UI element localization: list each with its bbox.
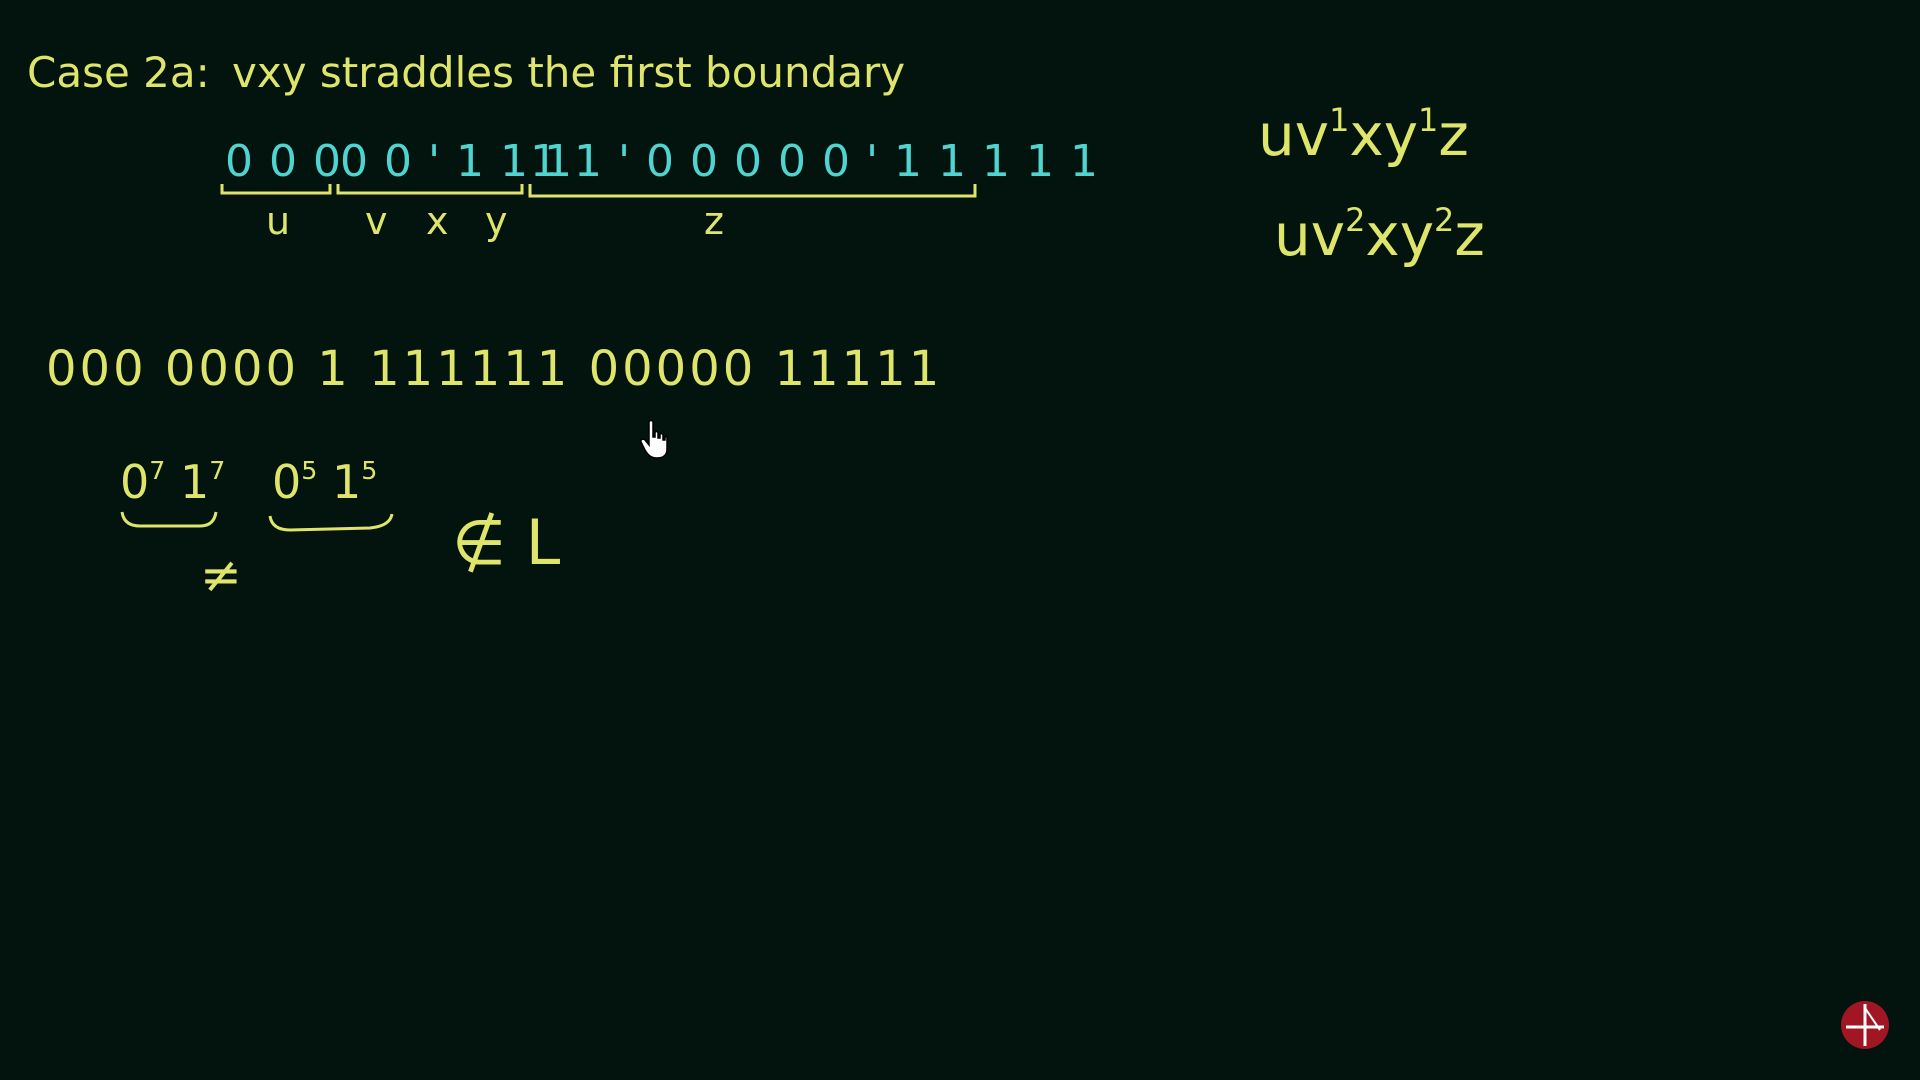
group-underbraces xyxy=(120,511,394,532)
f2-exp-v: 2 xyxy=(1345,201,1366,239)
group-1-exp: 7 xyxy=(149,456,166,485)
underbrace-group-1 xyxy=(120,511,218,528)
f1-exp-y: 1 xyxy=(1418,101,1439,139)
not-equal-sign: ≠ xyxy=(200,546,242,604)
group-0-7-1-7: 07 17 xyxy=(120,458,225,505)
label-z: z xyxy=(704,199,724,243)
label-y: y xyxy=(485,199,508,243)
f2-exp-y: 2 xyxy=(1434,201,1455,239)
underbrace-z xyxy=(528,184,977,198)
f1-xy: xy xyxy=(1349,100,1419,169)
label-v: v xyxy=(365,199,388,243)
label-x: x xyxy=(426,199,449,243)
blackboard: Case 2a: vxy straddles the first boundar… xyxy=(0,0,1920,1080)
f1-uv: uv xyxy=(1258,100,1330,169)
pump-formula-2: uv2xy2z xyxy=(1274,204,1485,264)
f2-uv: uv xyxy=(1274,200,1346,269)
channel-logo-icon xyxy=(1841,1001,1889,1049)
group-0-5-1-5: 05 15 xyxy=(272,458,377,505)
underbrace-group-2 xyxy=(268,513,394,532)
underbrace-u xyxy=(220,184,332,195)
group-1-exp2: 7 xyxy=(209,456,226,485)
group-2-exp: 5 xyxy=(301,456,318,485)
hand-pointer-icon xyxy=(640,420,668,459)
not-in-language: ∉ L xyxy=(452,506,561,579)
pumped-string: 000 0000 1 111111 00000 11111 xyxy=(46,341,943,397)
f2-z: z xyxy=(1454,200,1485,269)
underbrace-vxy xyxy=(336,184,524,195)
label-u: u xyxy=(266,199,291,243)
group-2-exp2: 5 xyxy=(361,456,378,485)
f1-exp-v: 1 xyxy=(1329,101,1350,139)
f2-xy: xy xyxy=(1365,200,1435,269)
f1-z: z xyxy=(1438,100,1469,169)
pump-formula-1: uv1xy1z xyxy=(1258,104,1469,164)
